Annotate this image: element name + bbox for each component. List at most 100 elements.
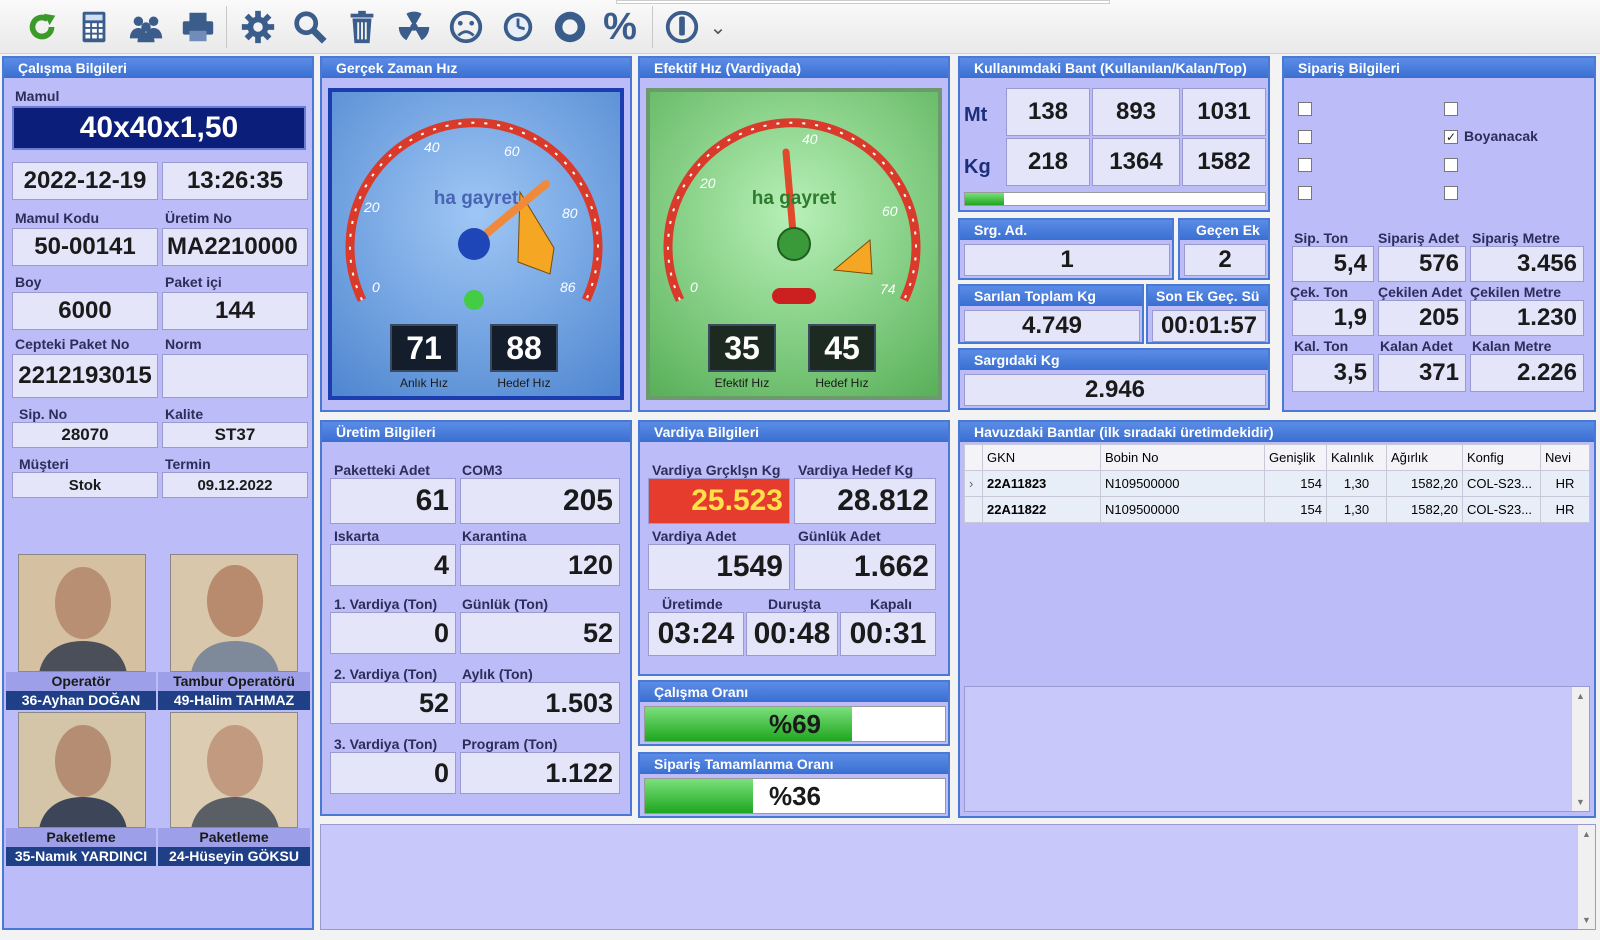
operator-photo <box>18 554 146 672</box>
gauge-tick-label: 0 <box>690 279 698 295</box>
person-name-3: 35-Namık YARDINCI <box>6 847 156 866</box>
gercek-hiz-panel: Gerçek Zaman Hız 0 20 40 60 80 86 ha gay… <box>320 56 632 412</box>
percent-icon[interactable]: % <box>598 6 642 48</box>
uretim-no-label: Üretim No <box>165 210 232 226</box>
gecen-panel: Geçen Ek 2 <box>1178 218 1270 280</box>
hedef-hiz-label: Hedef Hız <box>497 376 551 390</box>
table-row[interactable]: › 22A11823 N109500000 154 1,30 1582,20 C… <box>964 470 1590 497</box>
log-area[interactable]: ▲ ▼ <box>320 824 1596 930</box>
trash-icon[interactable] <box>340 6 384 48</box>
kalite-value: ST37 <box>162 422 308 448</box>
mamul-kodu-value: 50-00141 <box>12 228 158 266</box>
kg-kullanilan: 218 <box>1006 138 1090 186</box>
cell-gkn: 22A11822 <box>982 496 1101 523</box>
uretim-no-value: MA2210000 <box>162 228 308 266</box>
record-icon[interactable] <box>548 6 592 48</box>
person-name-1: 36-Ayhan DOĞAN <box>6 691 156 710</box>
siparis-orani-title: Sipariş Tamamlanma Oranı <box>640 754 948 774</box>
table-row[interactable]: 22A11822 N109500000 154 1,30 1582,20 COL… <box>964 496 1590 523</box>
sarilan-panel: Sarılan Toplam Kg 4.749 <box>958 284 1144 344</box>
durusta-label: Duruşta <box>768 596 821 612</box>
sarilan-value: 4.749 <box>964 310 1140 342</box>
col-agirlik[interactable]: Ağırlık <box>1386 444 1463 471</box>
gunluk-ton-label: Günlük (Ton) <box>462 596 549 612</box>
person-role-1: Operatör <box>6 672 156 691</box>
scroll-down-icon[interactable]: ▼ <box>1578 915 1595 925</box>
scroll-up-icon[interactable]: ▲ <box>1572 691 1589 701</box>
boyanacak-checkbox[interactable]: ✓ <box>1444 130 1458 144</box>
calisma-orani-text: %69 <box>768 708 822 739</box>
karantina-value: 120 <box>460 544 620 586</box>
checkbox[interactable] <box>1298 186 1312 200</box>
col-konfig[interactable]: Konfig <box>1462 444 1541 471</box>
col-gkn[interactable]: GKN <box>982 444 1101 471</box>
vardiya-adet-value: 1549 <box>648 544 790 590</box>
printer-icon[interactable] <box>176 6 220 48</box>
gear-icon[interactable] <box>236 6 280 48</box>
checkbox[interactable] <box>1298 102 1312 116</box>
scrollbar[interactable]: ▲ ▼ <box>1571 687 1589 811</box>
program-value: 1.122 <box>460 752 620 794</box>
cell-konfig: COL-S23... <box>1462 470 1541 497</box>
grck-value: 25.523 <box>648 478 790 524</box>
efektif-hiz-dial: 0 20 40 60 74 ha gayret <box>663 118 921 304</box>
gauge-slogan: ha gayret <box>752 188 837 209</box>
cell-agirlik: 1582,20 <box>1386 470 1463 497</box>
son-ek-value: 00:01:57 <box>1152 310 1266 342</box>
checkbox[interactable] <box>1444 102 1458 116</box>
havuz-panel: Havuzdaki Bantlar (ilk sıradaki üretimde… <box>958 420 1596 818</box>
iskarta-label: Iskarta <box>334 528 380 544</box>
scroll-up-icon[interactable]: ▲ <box>1578 829 1595 839</box>
gauge-tick-label: 60 <box>882 203 898 219</box>
boy-value: 6000 <box>12 292 158 330</box>
col-bobin[interactable]: Bobin No <box>1100 444 1265 471</box>
tambur-operator-photo <box>170 554 298 672</box>
cek-adet-value: 205 <box>1378 300 1466 336</box>
radiation-icon[interactable] <box>392 6 436 48</box>
kal-ton-value: 3,5 <box>1292 354 1374 392</box>
gauge-tick-label: 40 <box>802 131 818 147</box>
sip-metre-value: 3.456 <box>1470 246 1584 282</box>
kapali-value: 00:31 <box>840 612 936 656</box>
cell-kalinlik: 1,30 <box>1326 470 1387 497</box>
cell-genislik: 154 <box>1264 470 1327 497</box>
refresh-icon[interactable] <box>20 6 64 48</box>
gecen-value: 2 <box>1184 244 1266 276</box>
chevron-down-icon[interactable]: ⌄ <box>708 6 728 48</box>
status-strip <box>616 0 1110 4</box>
v3-value: 0 <box>330 752 456 794</box>
mamul-value: 40x40x1,50 <box>12 106 306 150</box>
users-icon[interactable] <box>124 6 168 48</box>
cell-genislik: 154 <box>1264 496 1327 523</box>
checkbox[interactable] <box>1298 130 1312 144</box>
checkbox[interactable] <box>1444 158 1458 172</box>
table-header: GKN Bobin No Genişlik Kalınlık Ağırlık K… <box>964 444 1590 471</box>
paketteki-label: Paketteki Adet <box>334 462 430 478</box>
gauge-tick-label: 60 <box>504 143 520 159</box>
cell-bobin: N109500000 <box>1100 470 1265 497</box>
checkbox[interactable] <box>1298 158 1312 172</box>
col-kalinlik[interactable]: Kalınlık <box>1326 444 1387 471</box>
cell-bobin: N109500000 <box>1100 496 1265 523</box>
scrollbar[interactable]: ▲ ▼ <box>1577 825 1595 929</box>
srg-panel: Srg. Ad. 1 <box>958 218 1174 280</box>
calculator-icon[interactable] <box>72 6 116 48</box>
search-icon[interactable] <box>288 6 332 48</box>
col-nevi[interactable]: Nevi <box>1540 444 1590 471</box>
col-genislik[interactable]: Genişlik <box>1264 444 1327 471</box>
kal-adet-label: Kalan Adet <box>1380 338 1453 354</box>
clock-icon[interactable] <box>496 6 540 48</box>
v3-label: 3. Vardiya (Ton) <box>334 736 438 752</box>
sad-face-icon[interactable] <box>444 6 488 48</box>
sip-ton-value: 5,4 <box>1292 246 1374 282</box>
havuz-table: GKN Bobin No Genişlik Kalınlık Ağırlık K… <box>964 444 1590 523</box>
paketteki-value[interactable]: 61 <box>330 478 456 524</box>
power-icon[interactable] <box>660 6 704 48</box>
checkbox[interactable] <box>1444 186 1458 200</box>
scroll-down-icon[interactable]: ▼ <box>1572 797 1589 807</box>
v2-label: 2. Vardiya (Ton) <box>334 666 438 682</box>
kg-kalan: 1364 <box>1092 138 1180 186</box>
kalite-label: Kalite <box>165 406 204 422</box>
mamul-kodu-label: Mamul Kodu <box>15 210 99 226</box>
boyanacak-label: Boyanacak <box>1464 128 1538 144</box>
